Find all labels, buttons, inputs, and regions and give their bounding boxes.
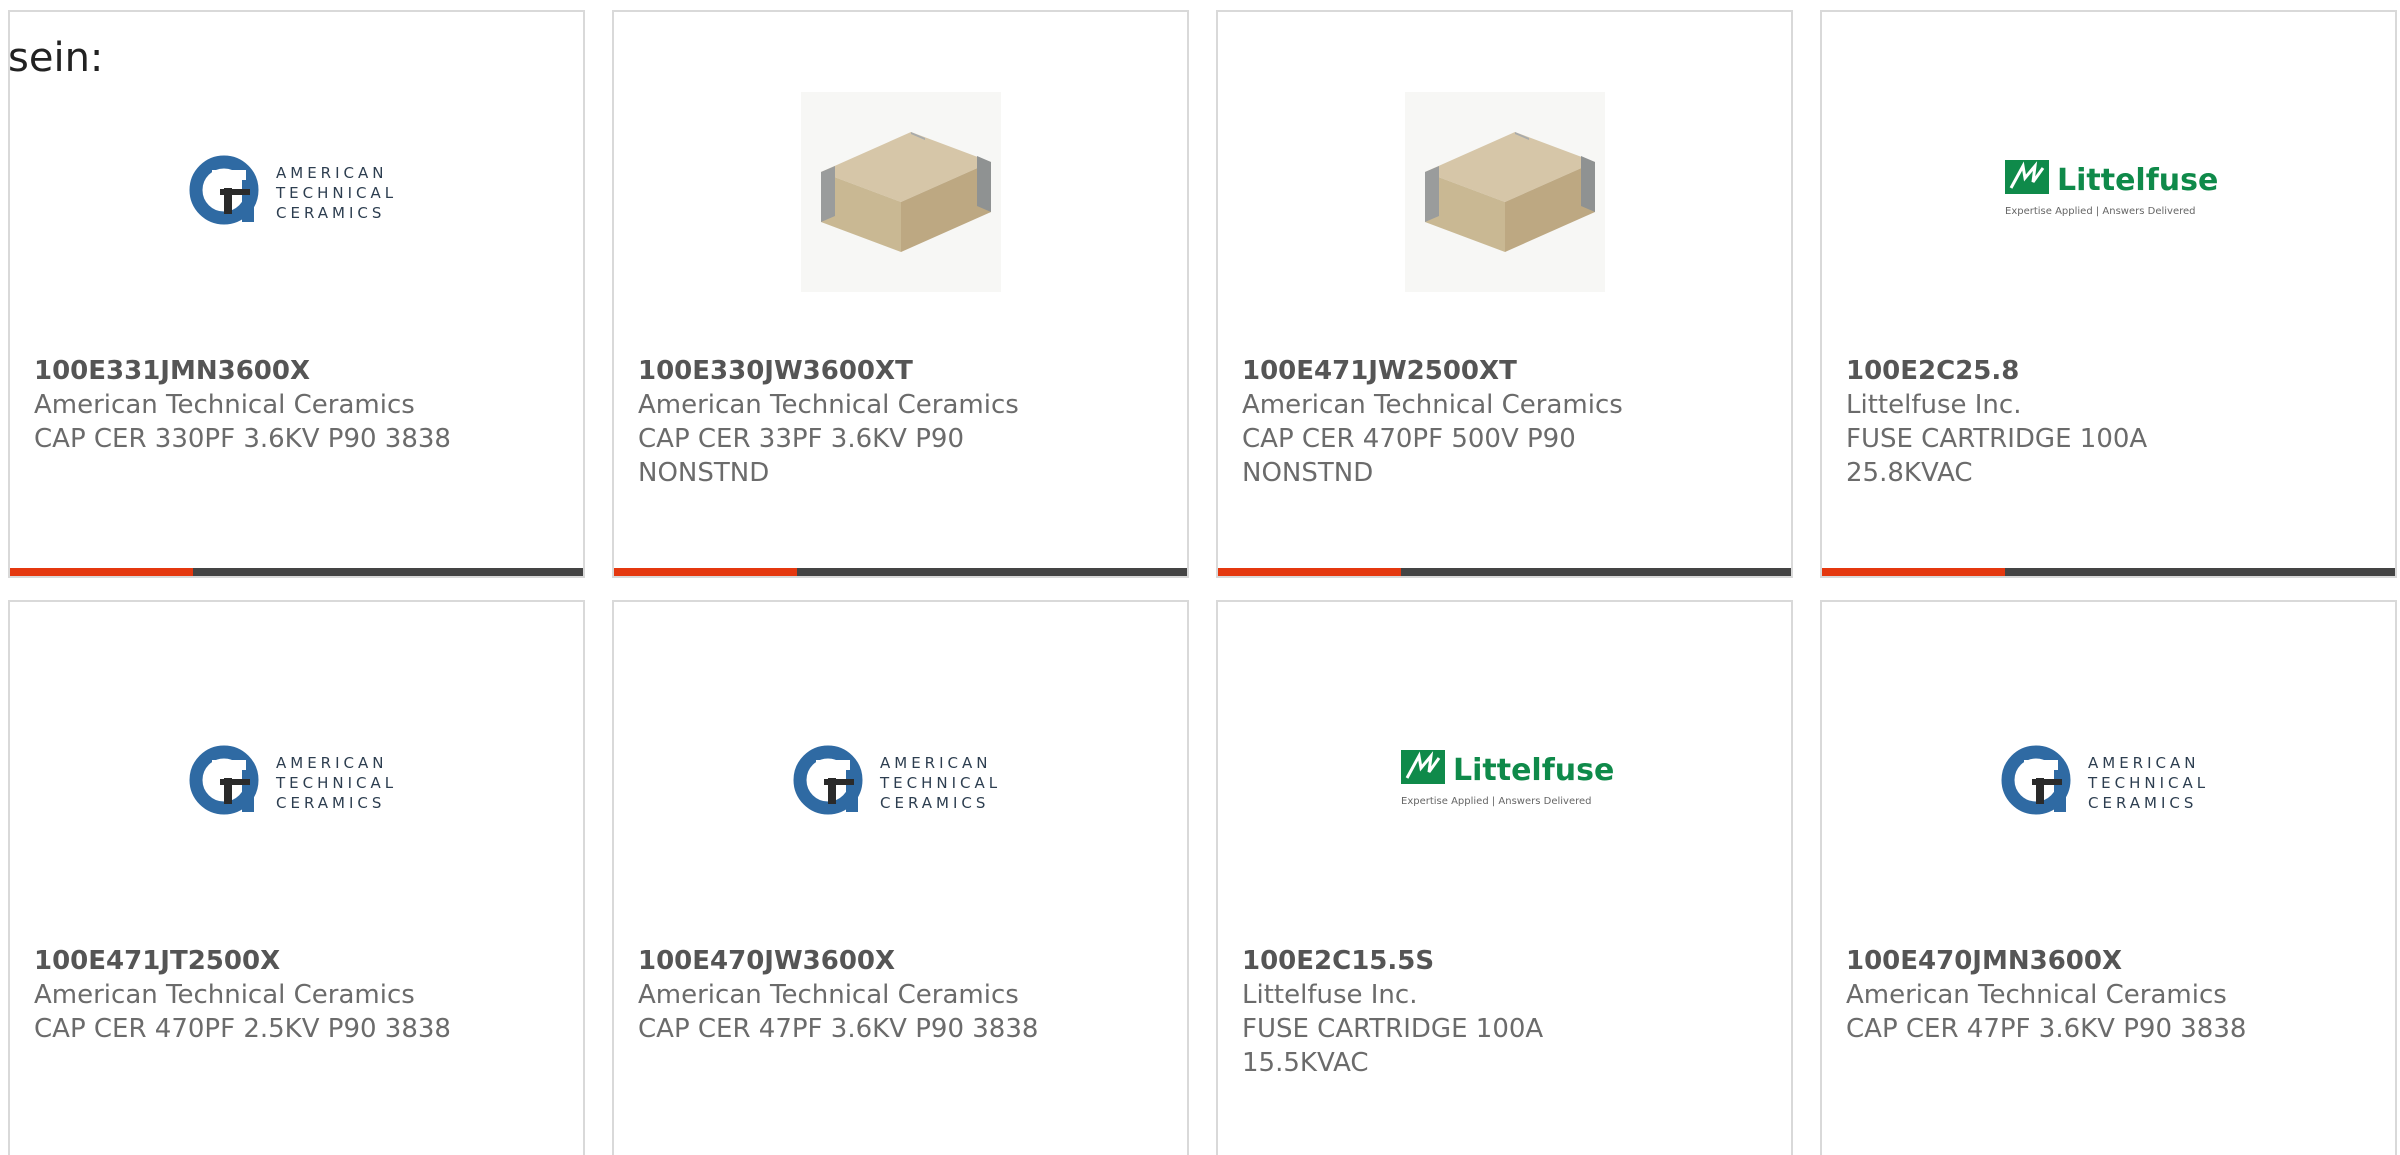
description: FUSE CARTRIDGE 100A 15.5KVAC bbox=[1242, 1014, 1544, 1078]
description: CAP CER 33PF 3.6KV P90 NONSTND bbox=[638, 424, 964, 488]
part-number[interactable]: 100E331JMN3600X bbox=[34, 354, 563, 388]
intro-text: sein: bbox=[8, 35, 104, 81]
svg-text:TECHNICAL: TECHNICAL bbox=[275, 184, 397, 202]
capacitor-chip-image bbox=[800, 92, 1001, 292]
product-card[interactable]: Littelfuse Expertise Applied | Answers D… bbox=[1216, 600, 1793, 1155]
part-number[interactable]: 100E471JT2500X bbox=[34, 944, 563, 978]
svg-text:TECHNICAL: TECHNICAL bbox=[879, 774, 1001, 792]
product-grid-page: sein: AMERICAN TECHNICAL CERAMICS 100E33… bbox=[0, 0, 2400, 1155]
product-card[interactable]: 100E471JW2500XT American Technical Ceram… bbox=[1216, 10, 1793, 578]
product-card[interactable]: AMERICAN TECHNICAL CERAMICS 100E470JW360… bbox=[612, 600, 1189, 1155]
product-image[interactable] bbox=[614, 82, 1187, 302]
product-info: 100E331JMN3600X American Technical Ceram… bbox=[34, 354, 563, 456]
capacitor-chip-image bbox=[1404, 92, 1605, 292]
card-accent bbox=[1822, 568, 2005, 576]
svg-text:AMERICAN: AMERICAN bbox=[276, 754, 387, 772]
card-bottom-bar bbox=[1822, 568, 2395, 576]
product-info: 100E470JW3600X American Technical Cerami… bbox=[638, 944, 1167, 1046]
manufacturer: Littelfuse Inc. bbox=[1846, 390, 2022, 420]
product-card[interactable]: 100E330JW3600XT American Technical Ceram… bbox=[612, 10, 1189, 578]
product-card[interactable]: Littelfuse Expertise Applied | Answers D… bbox=[1820, 10, 2397, 578]
svg-text:Expertise Applied | Answers De: Expertise Applied | Answers Delivered bbox=[2005, 206, 2196, 217]
product-image[interactable]: AMERICAN TECHNICAL CERAMICS bbox=[614, 672, 1187, 892]
svg-text:CERAMICS: CERAMICS bbox=[880, 794, 989, 812]
svg-text:TECHNICAL: TECHNICAL bbox=[275, 774, 397, 792]
product-card[interactable]: AMERICAN TECHNICAL CERAMICS 100E470JMN36… bbox=[1820, 600, 2397, 1155]
svg-text:TECHNICAL: TECHNICAL bbox=[2087, 774, 2209, 792]
atc-logo-icon: AMERICAN TECHNICAL CERAMICS bbox=[189, 155, 397, 225]
product-info: 100E2C25.8 Littelfuse Inc. FUSE CARTRIDG… bbox=[1846, 354, 2375, 490]
product-info: 100E471JT2500X American Technical Cerami… bbox=[34, 944, 563, 1046]
description: CAP CER 47PF 3.6KV P90 3838 bbox=[1846, 1014, 2247, 1044]
product-info: 100E471JW2500XT American Technical Ceram… bbox=[1242, 354, 1771, 490]
product-info: 100E330JW3600XT American Technical Ceram… bbox=[638, 354, 1167, 490]
part-number[interactable]: 100E330JW3600XT bbox=[638, 354, 1167, 388]
manufacturer: American Technical Ceramics bbox=[1242, 390, 1623, 420]
atc-logo-icon: AMERICAN TECHNICAL CERAMICS bbox=[2001, 745, 2209, 815]
part-number[interactable]: 100E2C25.8 bbox=[1846, 354, 2375, 388]
product-image[interactable]: AMERICAN TECHNICAL CERAMICS bbox=[1822, 672, 2395, 892]
product-image[interactable]: AMERICAN TECHNICAL CERAMICS bbox=[10, 82, 583, 302]
card-accent bbox=[614, 568, 797, 576]
svg-text:CERAMICS: CERAMICS bbox=[276, 794, 385, 812]
littelfuse-logo-icon: Littelfuse Expertise Applied | Answers D… bbox=[2004, 160, 2218, 217]
card-bottom-bar bbox=[614, 568, 1187, 576]
part-number[interactable]: 100E470JW3600X bbox=[638, 944, 1167, 978]
svg-text:Littelfuse: Littelfuse bbox=[1453, 753, 1614, 788]
part-number[interactable]: 100E470JMN3600X bbox=[1846, 944, 2375, 978]
manufacturer: American Technical Ceramics bbox=[34, 980, 415, 1010]
manufacturer: American Technical Ceramics bbox=[34, 390, 415, 420]
card-accent bbox=[1218, 568, 1401, 576]
svg-text:AMERICAN: AMERICAN bbox=[276, 164, 387, 182]
product-image[interactable] bbox=[1218, 82, 1791, 302]
card-bottom-bar bbox=[10, 568, 583, 576]
part-number[interactable]: 100E471JW2500XT bbox=[1242, 354, 1771, 388]
description: CAP CER 470PF 500V P90 NONSTND bbox=[1242, 424, 1576, 488]
description: CAP CER 470PF 2.5KV P90 3838 bbox=[34, 1014, 451, 1044]
description: CAP CER 330PF 3.6KV P90 3838 bbox=[34, 424, 451, 454]
atc-logo-icon: AMERICAN TECHNICAL CERAMICS bbox=[793, 745, 1001, 815]
description: CAP CER 47PF 3.6KV P90 3838 bbox=[638, 1014, 1039, 1044]
littelfuse-logo-icon: Littelfuse Expertise Applied | Answers D… bbox=[1400, 750, 1614, 807]
svg-text:Littelfuse: Littelfuse bbox=[2057, 163, 2218, 198]
product-info: 100E470JMN3600X American Technical Ceram… bbox=[1846, 944, 2375, 1046]
manufacturer: American Technical Ceramics bbox=[1846, 980, 2227, 1010]
product-image[interactable]: Littelfuse Expertise Applied | Answers D… bbox=[1218, 672, 1791, 892]
manufacturer: American Technical Ceramics bbox=[638, 980, 1019, 1010]
product-row-2: AMERICAN TECHNICAL CERAMICS 100E471JT250… bbox=[8, 600, 2400, 1155]
svg-text:CERAMICS: CERAMICS bbox=[276, 204, 385, 222]
product-card[interactable]: AMERICAN TECHNICAL CERAMICS 100E471JT250… bbox=[8, 600, 585, 1155]
card-bottom-bar bbox=[1218, 568, 1791, 576]
product-card[interactable]: AMERICAN TECHNICAL CERAMICS 100E331JMN36… bbox=[8, 10, 585, 578]
manufacturer: American Technical Ceramics bbox=[638, 390, 1019, 420]
svg-text:Expertise Applied | Answers De: Expertise Applied | Answers Delivered bbox=[1401, 796, 1592, 807]
manufacturer: Littelfuse Inc. bbox=[1242, 980, 1418, 1010]
product-image[interactable]: Littelfuse Expertise Applied | Answers D… bbox=[1822, 82, 2395, 302]
part-number[interactable]: 100E2C15.5S bbox=[1242, 944, 1771, 978]
svg-text:CERAMICS: CERAMICS bbox=[2088, 794, 2197, 812]
atc-logo-icon: AMERICAN TECHNICAL CERAMICS bbox=[189, 745, 397, 815]
card-accent bbox=[10, 568, 193, 576]
svg-text:AMERICAN: AMERICAN bbox=[880, 754, 991, 772]
svg-text:AMERICAN: AMERICAN bbox=[2088, 754, 2199, 772]
description: FUSE CARTRIDGE 100A 25.8KVAC bbox=[1846, 424, 2148, 488]
product-row-1: AMERICAN TECHNICAL CERAMICS 100E331JMN36… bbox=[8, 10, 2400, 600]
product-info: 100E2C15.5S Littelfuse Inc. FUSE CARTRID… bbox=[1242, 944, 1771, 1080]
product-image[interactable]: AMERICAN TECHNICAL CERAMICS bbox=[10, 672, 583, 892]
